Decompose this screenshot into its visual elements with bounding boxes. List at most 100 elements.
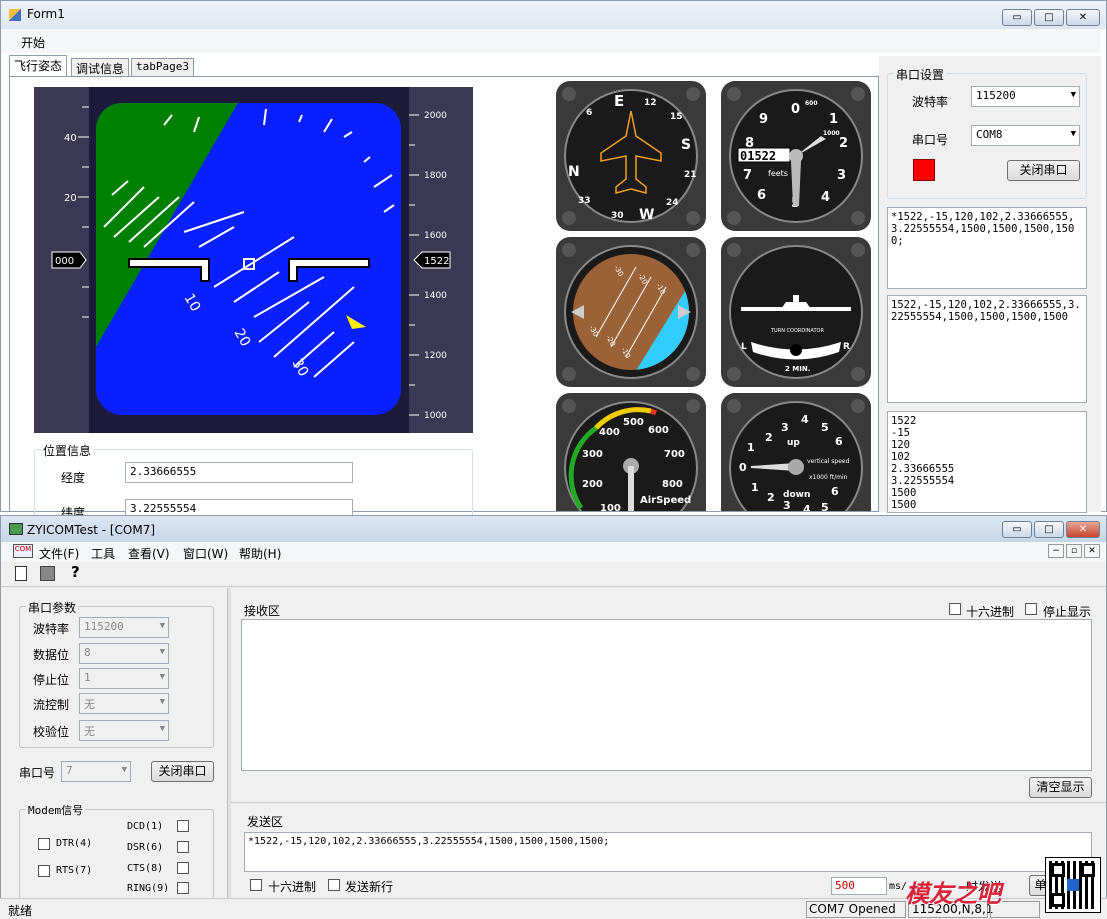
svg-text:9: 9 xyxy=(759,112,768,127)
stop-display-checkbox[interactable] xyxy=(1025,603,1037,615)
serial-settings-legend: 串口设置 xyxy=(894,66,947,83)
send-newline-checkbox[interactable] xyxy=(328,879,340,891)
port-select[interactable]: COM8 ▼ xyxy=(971,125,1080,146)
param-label-flow: 流控制 xyxy=(33,698,70,712)
close-button[interactable]: ✕ xyxy=(1066,521,1100,538)
mdi-minimize-button[interactable]: − xyxy=(1048,544,1064,558)
svg-text:6: 6 xyxy=(831,485,839,498)
data-bits-select[interactable]: 8 ▼ xyxy=(79,643,169,664)
recv-hex-checkbox[interactable] xyxy=(949,603,961,615)
raw-data-box[interactable]: *1522,-15,120,102,2.33666555,3.22555554,… xyxy=(887,207,1087,289)
minimize-button[interactable]: ▭ xyxy=(1002,9,1032,26)
parsed-data-box[interactable]: 1522,-15,120,102,2.33666555,3.22555554,1… xyxy=(887,295,1087,403)
clear-display-button[interactable]: 清空显示 xyxy=(1029,777,1092,798)
new-file-icon[interactable] xyxy=(15,566,27,581)
send-label: 发送区 xyxy=(247,815,284,829)
section-divider xyxy=(231,802,1106,803)
param-label-baud: 波特率 xyxy=(33,622,70,636)
menu-view[interactable]: 查看(V) xyxy=(128,545,170,562)
fields-box[interactable]: 1522 -15 120 102 2.33666555 3.22555554 1… xyxy=(887,411,1087,513)
heading-w: W xyxy=(639,207,654,223)
send-hex-checkbox[interactable] xyxy=(250,879,262,891)
save-icon[interactable] xyxy=(40,566,55,581)
flow-control-select[interactable]: 无 ▼ xyxy=(79,693,169,714)
dtr-checkbox[interactable] xyxy=(38,838,50,850)
mdi-close-button[interactable]: ✕ xyxy=(1084,544,1100,558)
menu-help[interactable]: 帮助(H) xyxy=(239,545,281,562)
turn-coordinator: TURN COORDINATOR L R 2 MIN. xyxy=(721,237,871,387)
param-label-parity: 校验位 xyxy=(33,725,70,739)
zyi-port-select[interactable]: 7 ▼ xyxy=(61,761,131,782)
longitude-field[interactable]: 2.33666555 xyxy=(125,462,353,483)
status-ready: 就绪 xyxy=(8,904,33,918)
svg-text:3: 3 xyxy=(783,499,791,511)
heading-n: N xyxy=(568,164,580,180)
help-icon[interactable]: ? xyxy=(71,563,80,581)
close-button[interactable]: ✕ xyxy=(1066,9,1100,26)
pitch-label-40: 40 xyxy=(64,133,77,144)
pitch-current: 000 xyxy=(55,256,74,267)
zyi-port-label: 串口号 xyxy=(19,766,56,780)
chevron-down-icon: ▼ xyxy=(1070,90,1076,100)
svg-text:7: 7 xyxy=(743,168,752,183)
send-area[interactable]: *1522,-15,120,102,2.33666555,3.22555554,… xyxy=(244,832,1092,872)
altimeter-digits: 01522 xyxy=(740,149,776,163)
menu-file[interactable]: 文件(F) xyxy=(39,545,79,562)
svg-text:12: 12 xyxy=(644,98,657,108)
param-label-stopbits: 停止位 xyxy=(33,673,70,687)
svg-text:R: R xyxy=(843,342,850,352)
toolbar: ? xyxy=(9,563,99,585)
maximize-button[interactable]: □ xyxy=(1034,9,1064,26)
mdi-restore-button[interactable]: ▫ xyxy=(1066,544,1082,558)
svg-text:300: 300 xyxy=(582,449,603,460)
rts-label: RTS(7) xyxy=(56,865,93,876)
form1-titlebar[interactable]: Form1 ▭ □ ✕ xyxy=(1,1,1106,29)
interval-field[interactable]: 500 xyxy=(831,877,887,895)
zyi-close-port-button[interactable]: 关闭串口 xyxy=(151,761,214,782)
dtr-label: DTR(4) xyxy=(56,838,93,849)
menu-tools[interactable]: 工具 xyxy=(91,545,115,562)
dsr-indicator xyxy=(177,841,189,853)
svg-text:4: 4 xyxy=(821,190,830,205)
svg-text:6: 6 xyxy=(586,108,592,118)
receive-label: 接收区 xyxy=(244,604,281,618)
receive-area[interactable] xyxy=(241,619,1092,771)
svg-text:700: 700 xyxy=(664,449,685,460)
svg-text:6: 6 xyxy=(835,435,843,448)
close-port-button[interactable]: 关闭串口 xyxy=(1007,160,1080,181)
svg-text:feets: feets xyxy=(768,169,788,178)
zyicom-titlebar[interactable]: ZYICOMTest - [COM7] ▭ □ ✕ xyxy=(1,516,1106,542)
minimize-button[interactable]: ▭ xyxy=(1002,521,1032,538)
zyicom-menubar: COM 文件(F) 工具 查看(V) 窗口(W) 帮助(H) − ▫ ✕ xyxy=(1,542,1106,562)
dcd-indicator xyxy=(177,820,189,832)
tab-page3[interactable]: tabPage3 xyxy=(131,58,194,77)
port-params-legend: 串口参数 xyxy=(26,599,79,616)
qr-code-image xyxy=(1045,857,1101,913)
modem-legend: Modem信号 xyxy=(26,802,86,818)
maximize-button[interactable]: □ xyxy=(1034,521,1064,538)
svg-text:600: 600 xyxy=(805,100,818,107)
longitude-label: 经度 xyxy=(61,471,86,485)
zyicom-window: ZYICOMTest - [COM7] ▭ □ ✕ COM 文件(F) 工具 查… xyxy=(0,515,1107,919)
recv-hex-label: 十六进制 xyxy=(966,605,1015,619)
svg-text:2 MIN.: 2 MIN. xyxy=(785,365,810,373)
menu-window[interactable]: 窗口(W) xyxy=(183,545,228,562)
chevron-down-icon: ▼ xyxy=(159,724,165,734)
svg-text:600: 600 xyxy=(648,425,669,436)
baud-rate-select[interactable]: 115200 ▼ xyxy=(79,617,169,638)
svg-text:1: 1 xyxy=(751,481,759,494)
menu-start[interactable]: 开始 xyxy=(21,34,45,51)
svg-text:2: 2 xyxy=(765,431,773,444)
tab-flight-attitude[interactable]: 飞行姿态 xyxy=(9,55,68,76)
svg-text:24: 24 xyxy=(666,198,679,208)
baud-select[interactable]: 115200 ▼ xyxy=(971,86,1080,107)
svg-text:3: 3 xyxy=(781,421,789,434)
svg-text:vertical speed: vertical speed xyxy=(807,458,850,465)
panel-splitter[interactable] xyxy=(227,588,231,900)
tab-debug-info[interactable]: 调试信息 xyxy=(71,58,130,77)
chevron-down-icon: ▼ xyxy=(159,621,165,631)
stop-bits-select[interactable]: 1 ▼ xyxy=(79,668,169,689)
rts-checkbox[interactable] xyxy=(38,865,50,877)
parity-select[interactable]: 无 ▼ xyxy=(79,720,169,741)
svg-text:L: L xyxy=(741,342,747,352)
